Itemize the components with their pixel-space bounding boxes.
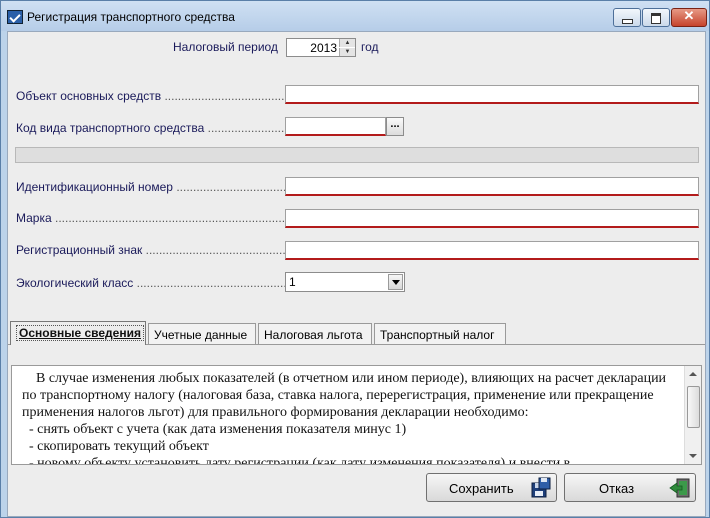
tax-period-label: Налоговый период [173,40,278,54]
eco-class-label: Экологический класс ....................… [16,276,317,290]
reg-sign-label: Регистрационный знак ...................… [16,243,320,257]
save-disk-icon [531,477,551,498]
form-area: Налоговый период 2013 ▲ ▼ год Объект осн… [7,31,706,517]
close-button[interactable]: ✕ [671,8,707,27]
spin-up-icon[interactable]: ▲ [339,39,355,47]
cancel-button[interactable]: Отказ [564,473,696,502]
tab-tax-benefit[interactable]: Налоговая льгота [258,323,372,344]
spin-down-icon[interactable]: ▼ [339,48,355,56]
ellipsis-icon: ... [390,118,400,130]
dropdown-arrow-icon[interactable] [388,274,403,290]
vehicle-type-field[interactable] [285,117,386,136]
eco-class-select[interactable]: 1 [285,272,405,292]
reg-sign-field[interactable] [285,241,699,260]
minimize-button[interactable] [613,8,641,27]
brand-field[interactable] [285,209,699,228]
title-bar[interactable]: Регистрация транспортного средства ✕ [1,1,709,31]
tab-basic-info[interactable]: Основные сведения [10,321,146,345]
brand-label: Марка ..................................… [16,211,326,225]
cancel-button-label: Отказ [599,481,635,496]
exit-door-icon [669,478,690,498]
tab-transport-tax[interactable]: Транспортный налог [374,323,506,344]
scroll-thumb[interactable] [687,386,700,428]
scroll-down-icon[interactable] [689,454,697,458]
scroll-up-icon[interactable] [689,372,697,376]
minimize-icon [622,19,633,24]
vehicle-type-label: Код вида транспортного средства ........… [16,121,295,135]
eco-class-value: 1 [289,275,296,289]
maximize-icon [651,13,661,24]
window-title: Регистрация транспортного средства [27,10,235,24]
close-icon: ✕ [683,8,695,23]
vehicle-type-browse-button[interactable]: ... [386,117,404,136]
asset-field[interactable] [285,85,699,104]
maximize-button[interactable] [642,8,670,27]
app-icon [7,10,23,24]
info-memo[interactable]: В случае изменения любых показателей (в … [11,365,702,465]
tax-year-value: 2013 [310,41,337,55]
save-button-label: Сохранить [449,481,514,496]
vin-label: Идентификационный номер ................… [16,180,314,194]
tax-year-spinner[interactable]: 2013 ▲ ▼ [286,38,356,57]
vin-field[interactable] [285,177,699,196]
save-button[interactable]: Сохранить [426,473,557,502]
vehicle-type-description [15,147,699,163]
registration-window: Регистрация транспортного средства ✕ Нал… [0,0,710,518]
asset-label: Объект основных средств ................… [16,89,305,103]
memo-text: В случае изменения любых показателей (в … [22,371,667,465]
tab-accounting-data[interactable]: Учетные данные [148,323,256,344]
year-unit-label: год [361,40,379,54]
memo-scrollbar[interactable] [684,366,701,464]
